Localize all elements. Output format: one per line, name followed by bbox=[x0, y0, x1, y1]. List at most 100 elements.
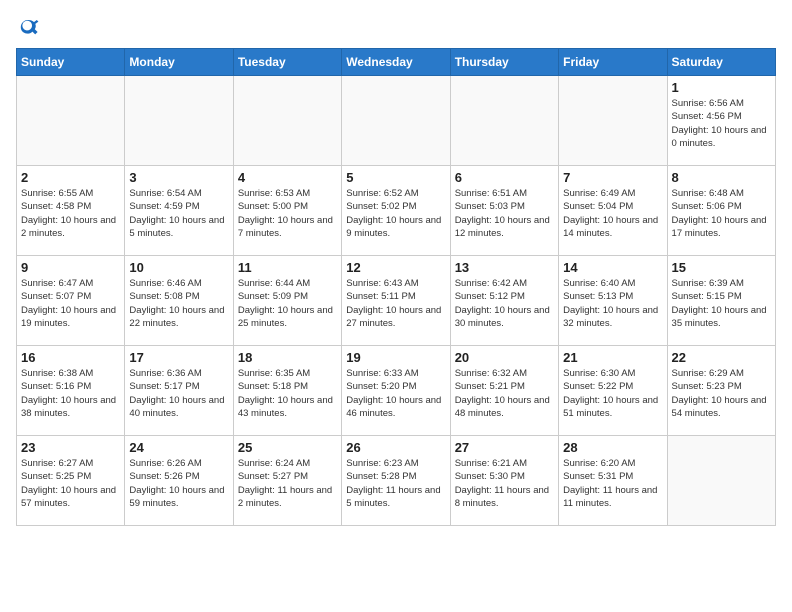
day-number: 10 bbox=[129, 260, 228, 275]
day-number: 28 bbox=[563, 440, 662, 455]
logo bbox=[16, 16, 44, 40]
calendar-cell: 6 Sunrise: 6:51 AM Sunset: 5:03 PM Daylig… bbox=[450, 166, 558, 256]
day-info: Sunrise: 6:36 AM Sunset: 5:17 PM Dayligh… bbox=[129, 367, 228, 420]
day-info: Sunrise: 6:43 AM Sunset: 5:11 PM Dayligh… bbox=[346, 277, 445, 330]
day-info: Sunrise: 6:55 AM Sunset: 4:58 PM Dayligh… bbox=[21, 187, 120, 240]
day-number: 19 bbox=[346, 350, 445, 365]
day-number: 25 bbox=[238, 440, 337, 455]
day-number: 20 bbox=[455, 350, 554, 365]
calendar-cell: 14 Sunrise: 6:40 AM Sunset: 5:13 PM Dayli… bbox=[559, 256, 667, 346]
header bbox=[16, 16, 776, 40]
calendar-cell: 24 Sunrise: 6:26 AM Sunset: 5:26 PM Dayli… bbox=[125, 436, 233, 526]
day-number: 1 bbox=[672, 80, 771, 95]
calendar-cell: 26 Sunrise: 6:23 AM Sunset: 5:28 PM Dayli… bbox=[342, 436, 450, 526]
day-number: 9 bbox=[21, 260, 120, 275]
day-number: 13 bbox=[455, 260, 554, 275]
day-info: Sunrise: 6:47 AM Sunset: 5:07 PM Dayligh… bbox=[21, 277, 120, 330]
day-info: Sunrise: 6:24 AM Sunset: 5:27 PM Dayligh… bbox=[238, 457, 337, 510]
col-header-friday: Friday bbox=[559, 49, 667, 76]
calendar-cell: 1 Sunrise: 6:56 AM Sunset: 4:56 PM Daylig… bbox=[667, 76, 775, 166]
day-number: 15 bbox=[672, 260, 771, 275]
day-number: 21 bbox=[563, 350, 662, 365]
day-info: Sunrise: 6:30 AM Sunset: 5:22 PM Dayligh… bbox=[563, 367, 662, 420]
day-info: Sunrise: 6:49 AM Sunset: 5:04 PM Dayligh… bbox=[563, 187, 662, 240]
calendar-cell: 15 Sunrise: 6:39 AM Sunset: 5:15 PM Dayli… bbox=[667, 256, 775, 346]
calendar-cell: 20Sunrise: 6:32 AM Sunset: 5:21 PM Dayli… bbox=[450, 346, 558, 436]
calendar-cell: 23 Sunrise: 6:27 AM Sunset: 5:25 PM Dayli… bbox=[17, 436, 125, 526]
day-info: Sunrise: 6:48 AM Sunset: 5:06 PM Dayligh… bbox=[672, 187, 771, 240]
day-info: Sunrise: 6:33 AM Sunset: 5:20 PM Dayligh… bbox=[346, 367, 445, 420]
calendar-cell: 5 Sunrise: 6:52 AM Sunset: 5:02 PM Daylig… bbox=[342, 166, 450, 256]
day-number: 16 bbox=[21, 350, 120, 365]
day-info: Sunrise: 6:38 AM Sunset: 5:16 PM Dayligh… bbox=[21, 367, 120, 420]
calendar-cell: 27 Sunrise: 6:21 AM Sunset: 5:30 PM Dayli… bbox=[450, 436, 558, 526]
day-info: Sunrise: 6:46 AM Sunset: 5:08 PM Dayligh… bbox=[129, 277, 228, 330]
week-row-3: 16 Sunrise: 6:38 AM Sunset: 5:16 PM Dayli… bbox=[17, 346, 776, 436]
day-info: Sunrise: 6:20 AM Sunset: 5:31 PM Dayligh… bbox=[563, 457, 662, 510]
calendar-cell: 22 Sunrise: 6:29 AM Sunset: 5:23 PM Dayli… bbox=[667, 346, 775, 436]
calendar-cell: 2 Sunrise: 6:55 AM Sunset: 4:58 PM Daylig… bbox=[17, 166, 125, 256]
calendar-cell: 12 Sunrise: 6:43 AM Sunset: 5:11 PM Dayli… bbox=[342, 256, 450, 346]
day-info: Sunrise: 6:56 AM Sunset: 4:56 PM Dayligh… bbox=[672, 97, 771, 150]
day-number: 24 bbox=[129, 440, 228, 455]
calendar-cell bbox=[342, 76, 450, 166]
day-number: 12 bbox=[346, 260, 445, 275]
day-info: Sunrise: 6:26 AM Sunset: 5:26 PM Dayligh… bbox=[129, 457, 228, 510]
calendar-cell: 10 Sunrise: 6:46 AM Sunset: 5:08 PM Dayli… bbox=[125, 256, 233, 346]
calendar-cell: 7 Sunrise: 6:49 AM Sunset: 5:04 PM Daylig… bbox=[559, 166, 667, 256]
week-row-1: 2 Sunrise: 6:55 AM Sunset: 4:58 PM Daylig… bbox=[17, 166, 776, 256]
day-info: Sunrise: 6:23 AM Sunset: 5:28 PM Dayligh… bbox=[346, 457, 445, 510]
calendar-cell: 21 Sunrise: 6:30 AM Sunset: 5:22 PM Dayli… bbox=[559, 346, 667, 436]
calendar-cell: 13 Sunrise: 6:42 AM Sunset: 5:12 PM Dayli… bbox=[450, 256, 558, 346]
col-header-sunday: Sunday bbox=[17, 49, 125, 76]
calendar-cell: 4Sunrise: 6:53 AM Sunset: 5:00 PM Daylig… bbox=[233, 166, 341, 256]
week-row-2: 9 Sunrise: 6:47 AM Sunset: 5:07 PM Daylig… bbox=[17, 256, 776, 346]
calendar-cell: 3Sunrise: 6:54 AM Sunset: 4:59 PM Daylig… bbox=[125, 166, 233, 256]
calendar-cell: 18 Sunrise: 6:35 AM Sunset: 5:18 PM Dayli… bbox=[233, 346, 341, 436]
day-info: Sunrise: 6:44 AM Sunset: 5:09 PM Dayligh… bbox=[238, 277, 337, 330]
week-row-0: 1 Sunrise: 6:56 AM Sunset: 4:56 PM Daylig… bbox=[17, 76, 776, 166]
day-info: Sunrise: 6:40 AM Sunset: 5:13 PM Dayligh… bbox=[563, 277, 662, 330]
calendar-cell: 28 Sunrise: 6:20 AM Sunset: 5:31 PM Dayli… bbox=[559, 436, 667, 526]
calendar-cell: 8 Sunrise: 6:48 AM Sunset: 5:06 PM Daylig… bbox=[667, 166, 775, 256]
day-info: Sunrise: 6:39 AM Sunset: 5:15 PM Dayligh… bbox=[672, 277, 771, 330]
day-number: 8 bbox=[672, 170, 771, 185]
day-number: 17 bbox=[129, 350, 228, 365]
calendar-cell: 11Sunrise: 6:44 AM Sunset: 5:09 PM Dayli… bbox=[233, 256, 341, 346]
day-info: Sunrise: 6:52 AM Sunset: 5:02 PM Dayligh… bbox=[346, 187, 445, 240]
week-row-4: 23 Sunrise: 6:27 AM Sunset: 5:25 PM Dayli… bbox=[17, 436, 776, 526]
day-number: 3 bbox=[129, 170, 228, 185]
calendar-cell: 25 Sunrise: 6:24 AM Sunset: 5:27 PM Dayli… bbox=[233, 436, 341, 526]
day-number: 18 bbox=[238, 350, 337, 365]
day-number: 6 bbox=[455, 170, 554, 185]
col-header-monday: Monday bbox=[125, 49, 233, 76]
day-number: 7 bbox=[563, 170, 662, 185]
calendar-cell: 16 Sunrise: 6:38 AM Sunset: 5:16 PM Dayli… bbox=[17, 346, 125, 436]
day-info: Sunrise: 6:35 AM Sunset: 5:18 PM Dayligh… bbox=[238, 367, 337, 420]
day-number: 27 bbox=[455, 440, 554, 455]
calendar-table: SundayMondayTuesdayWednesdayThursdayFrid… bbox=[16, 48, 776, 526]
col-header-wednesday: Wednesday bbox=[342, 49, 450, 76]
day-number: 2 bbox=[21, 170, 120, 185]
calendar-cell bbox=[450, 76, 558, 166]
calendar-cell bbox=[17, 76, 125, 166]
day-info: Sunrise: 6:42 AM Sunset: 5:12 PM Dayligh… bbox=[455, 277, 554, 330]
calendar-cell: 17 Sunrise: 6:36 AM Sunset: 5:17 PM Dayli… bbox=[125, 346, 233, 436]
day-number: 23 bbox=[21, 440, 120, 455]
day-number: 5 bbox=[346, 170, 445, 185]
col-header-saturday: Saturday bbox=[667, 49, 775, 76]
day-number: 22 bbox=[672, 350, 771, 365]
calendar-cell bbox=[667, 436, 775, 526]
day-info: Sunrise: 6:21 AM Sunset: 5:30 PM Dayligh… bbox=[455, 457, 554, 510]
day-info: Sunrise: 6:51 AM Sunset: 5:03 PM Dayligh… bbox=[455, 187, 554, 240]
day-info: Sunrise: 6:27 AM Sunset: 5:25 PM Dayligh… bbox=[21, 457, 120, 510]
day-info: Sunrise: 6:29 AM Sunset: 5:23 PM Dayligh… bbox=[672, 367, 771, 420]
col-header-thursday: Thursday bbox=[450, 49, 558, 76]
day-number: 4 bbox=[238, 170, 337, 185]
day-number: 26 bbox=[346, 440, 445, 455]
calendar-cell: 9 Sunrise: 6:47 AM Sunset: 5:07 PM Daylig… bbox=[17, 256, 125, 346]
day-number: 14 bbox=[563, 260, 662, 275]
calendar-header-row: SundayMondayTuesdayWednesdayThursdayFrid… bbox=[17, 49, 776, 76]
logo-icon bbox=[16, 16, 40, 40]
col-header-tuesday: Tuesday bbox=[233, 49, 341, 76]
